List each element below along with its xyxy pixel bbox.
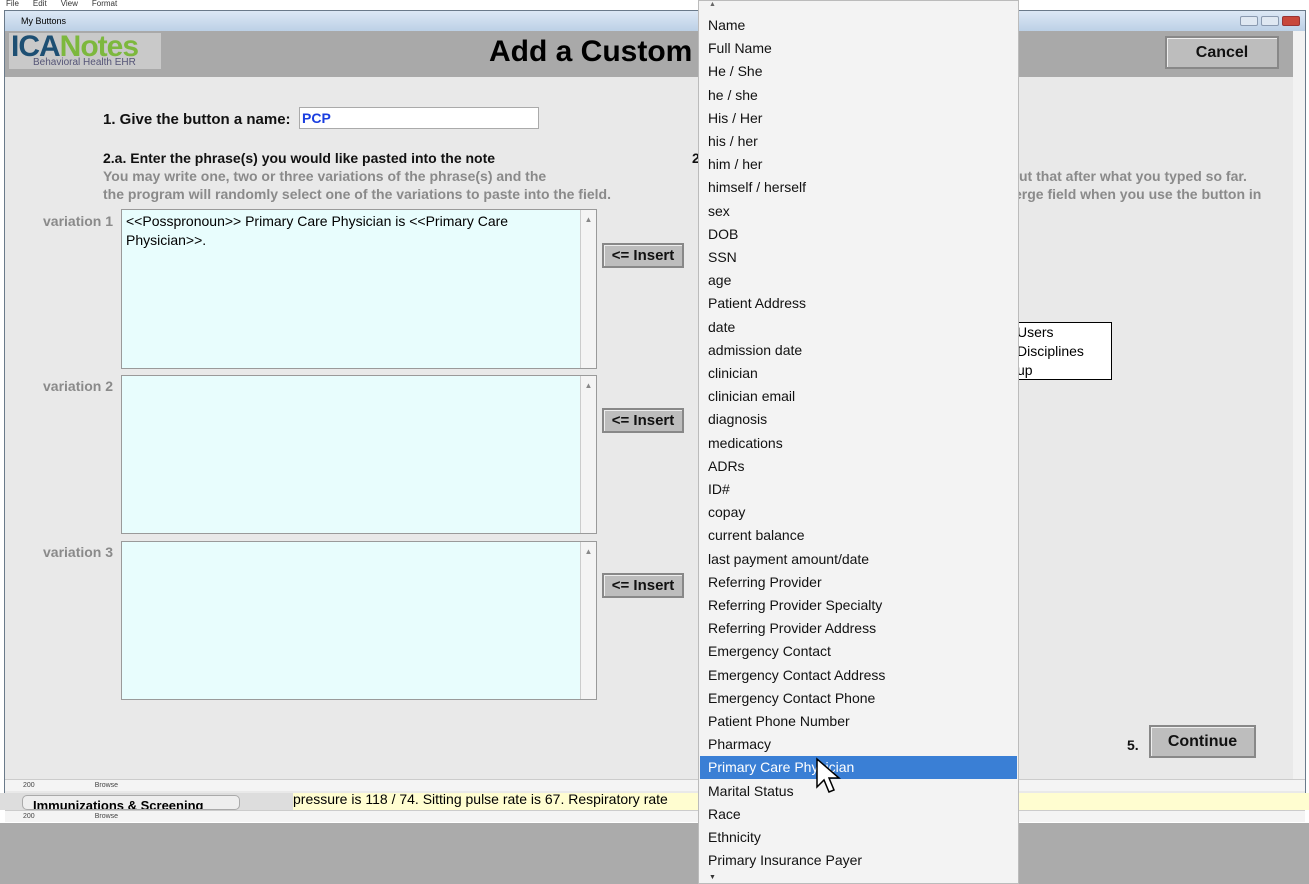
page-title: Add a Custom: [489, 35, 693, 68]
background-window: Immunizations & Screening pressure is 11…: [0, 793, 1309, 810]
variation-3-textarea[interactable]: ▲: [121, 541, 597, 700]
step2a-title: 2.a. Enter the phrase(s) you would like …: [103, 150, 496, 166]
mode-indicator: Browse: [94, 813, 119, 820]
icanotes-logo: ICANotes Behavioral Health EHR: [9, 30, 161, 69]
dropdown-item[interactable]: diagnosis: [700, 408, 1017, 431]
variation-2-textarea[interactable]: ▲: [121, 375, 597, 534]
dropdown-item[interactable]: Emergency Contact: [700, 640, 1017, 663]
scroll-down-icon[interactable]: ▼: [709, 874, 716, 881]
dropdown-item[interactable]: clinician email: [700, 385, 1017, 408]
vertical-scrollbar[interactable]: [1293, 31, 1305, 781]
zoom-level: 200: [23, 813, 35, 820]
dropdown-item[interactable]: Referring Provider Address: [700, 617, 1017, 640]
dropdown-item[interactable]: DOB: [700, 223, 1017, 246]
variation-1-label: variation 1: [43, 213, 114, 229]
dropdown-item[interactable]: Race: [700, 803, 1017, 826]
dropdown-item[interactable]: SSN: [700, 246, 1017, 269]
dropdown-item[interactable]: himself / herself: [700, 176, 1017, 199]
cancel-button[interactable]: Cancel: [1165, 36, 1279, 69]
insert-button-3[interactable]: <= Insert: [602, 573, 684, 598]
mode-indicator: Browse: [94, 782, 119, 789]
variation-3-label: variation 3: [43, 544, 114, 560]
continue-button[interactable]: Continue: [1149, 725, 1256, 758]
dropdown-item[interactable]: copay: [700, 501, 1017, 524]
dropdown-item[interactable]: admission date: [700, 339, 1017, 362]
scrollbar[interactable]: ▲: [580, 210, 596, 368]
minimize-button[interactable]: [1240, 16, 1258, 26]
insert-button-2[interactable]: <= Insert: [602, 408, 684, 433]
background-tab[interactable]: Immunizations & Screening: [22, 795, 240, 810]
scroll-up-icon[interactable]: ▲: [709, 1, 716, 8]
variation-2-label: variation 2: [43, 378, 114, 394]
dropdown-item[interactable]: date: [700, 316, 1017, 339]
dropdown-item[interactable]: sex: [700, 200, 1017, 223]
dropdown-item[interactable]: medications: [700, 432, 1017, 455]
status-bar-2: 200 Browse: [5, 810, 1305, 822]
dropdown-item[interactable]: Pharmacy: [700, 733, 1017, 756]
window-title: My Buttons: [21, 16, 67, 26]
dropdown-item[interactable]: Patient Address: [700, 292, 1017, 315]
dropdown-item[interactable]: Referring Provider: [700, 571, 1017, 594]
insert-button-1[interactable]: <= Insert: [602, 243, 684, 268]
dropdown-item[interactable]: clinician: [700, 362, 1017, 385]
dropdown-item[interactable]: Emergency Contact Address: [700, 664, 1017, 687]
maximize-button[interactable]: [1261, 16, 1279, 26]
variation-1-text: <<Posspronoun>> Primary Care Physician i…: [126, 213, 509, 248]
dropdown-item[interactable]: ADRs: [700, 455, 1017, 478]
dropdown-item[interactable]: Marital Status: [700, 780, 1017, 803]
scrollbar[interactable]: ▲: [580, 376, 596, 533]
dropdown-item[interactable]: he / she: [700, 84, 1017, 107]
scrollbar[interactable]: ▲: [580, 542, 596, 699]
menu-format[interactable]: Format: [92, 0, 117, 8]
dropdown-item[interactable]: ID#: [700, 478, 1017, 501]
sharing-listbox[interactable]: Users Disciplines up: [1012, 322, 1112, 380]
zoom-level: 200: [23, 782, 35, 789]
title-bar: My Buttons: [5, 11, 1305, 31]
menu-file[interactable]: File: [6, 0, 19, 8]
step2b-help-2: erge field when you use the button in: [1014, 186, 1262, 202]
step5-number: 5.: [1127, 737, 1139, 753]
merge-field-dropdown[interactable]: ▲ ▼ Name Full Name He / She he / she His / H…: [698, 0, 1019, 884]
dropdown-item[interactable]: Emergency Contact Phone: [700, 687, 1017, 710]
name-label: 1. Give the button a name:: [103, 111, 291, 128]
header: ICANotes Behavioral Health EHR Add a Cust…: [5, 30, 1295, 77]
list-item[interactable]: up: [1017, 361, 1111, 380]
dropdown-item[interactable]: Patient Phone Number: [700, 710, 1017, 733]
menu-view[interactable]: View: [61, 0, 78, 8]
step2a-help-1: You may write one, two or three variatio…: [103, 168, 547, 184]
menu-bar: File Edit View Format: [0, 0, 1309, 8]
dropdown-item[interactable]: Name: [700, 14, 1017, 37]
dropdown-item[interactable]: age: [700, 269, 1017, 292]
dropdown-item[interactable]: last payment amount/date: [700, 548, 1017, 571]
variation-1-textarea[interactable]: <<Posspronoun>> Primary Care Physician i…: [121, 209, 597, 369]
dropdown-item[interactable]: He / She: [700, 60, 1017, 83]
dropdown-item[interactable]: Primary Insurance Payer: [700, 849, 1017, 872]
dropdown-item[interactable]: him / her: [700, 153, 1017, 176]
menu-edit[interactable]: Edit: [33, 0, 47, 8]
dropdown-item[interactable]: His / Her: [700, 107, 1017, 130]
step2b-help-1: ut that after what you typed so far.: [1019, 168, 1247, 184]
step2a-help-2: the program will randomly select one of …: [103, 186, 611, 202]
close-button[interactable]: [1282, 16, 1300, 26]
list-item[interactable]: Users: [1017, 323, 1111, 342]
dropdown-item[interactable]: Ethnicity: [700, 826, 1017, 849]
status-bar: 200 Browse: [5, 779, 1305, 791]
mouse-cursor-icon: [816, 757, 842, 793]
dropdown-item[interactable]: Primary Care Physician: [700, 756, 1017, 780]
dropdown-item[interactable]: Full Name: [700, 37, 1017, 60]
list-item[interactable]: Disciplines: [1017, 342, 1111, 361]
dropdown-item[interactable]: current balance: [700, 524, 1017, 547]
dropdown-item[interactable]: Referring Provider Specialty: [700, 594, 1017, 617]
dropdown-item[interactable]: his / her: [700, 130, 1017, 153]
desktop-area: [0, 823, 1309, 884]
button-name-input[interactable]: PCP: [299, 107, 539, 129]
